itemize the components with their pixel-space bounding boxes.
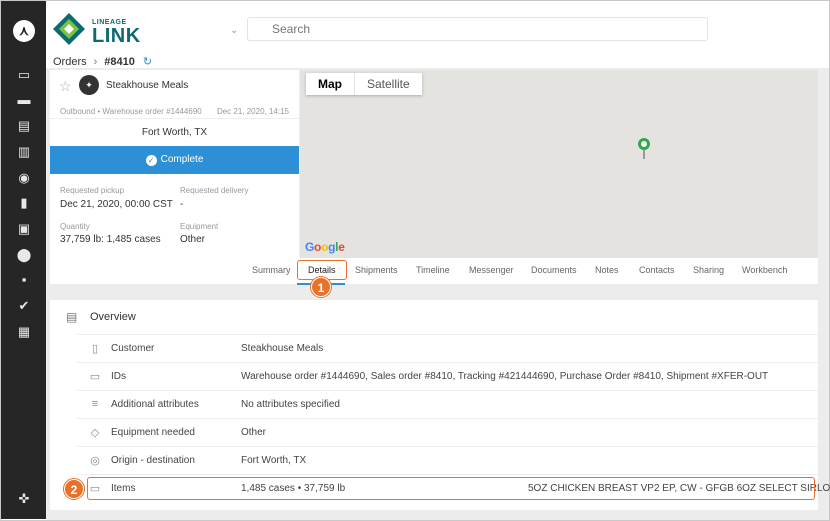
- tab-timeline[interactable]: Timeline: [416, 265, 450, 275]
- app-logo-icon[interactable]: ⋏: [13, 20, 35, 42]
- tab-sharing[interactable]: Sharing: [693, 265, 724, 275]
- overview-row-customer: ▯ Customer Steakhouse Meals: [77, 334, 818, 362]
- map-tab-satellite[interactable]: Satellite: [354, 73, 422, 95]
- row-value: Fort Worth, TX: [241, 455, 307, 466]
- map-pin-icon[interactable]: [638, 138, 650, 150]
- items-row-highlight: [87, 477, 815, 500]
- brand-name: LINK: [92, 25, 141, 47]
- barcode-icon[interactable]: ▥: [15, 143, 33, 161]
- search-input[interactable]: [247, 17, 708, 41]
- building-icon: ▯: [91, 343, 99, 355]
- requested-pickup-value: Dec 21, 2020, 00:00 CST: [60, 199, 173, 210]
- equipment-label: Equipment: [180, 222, 219, 231]
- list-icon: ≡: [91, 398, 99, 410]
- order-card: ☆ ✦ Steakhouse Meals Outbound • Warehous…: [50, 70, 299, 258]
- tab-contacts[interactable]: Contacts: [639, 265, 675, 275]
- map-type-tabs: Map Satellite: [306, 73, 422, 95]
- map-tab-map[interactable]: Map: [306, 73, 354, 95]
- check-circle-icon[interactable]: ✔: [15, 297, 33, 315]
- help-icon[interactable]: ✜: [15, 490, 33, 508]
- overview-row-origin: ◎ Origin - destination Fort Worth, TX: [77, 446, 818, 474]
- box-icon[interactable]: ▬: [15, 91, 33, 109]
- requested-pickup-label: Requested pickup: [60, 186, 125, 195]
- building-icon[interactable]: ▮: [15, 194, 33, 212]
- customer-name: Steakhouse Meals: [106, 80, 189, 91]
- overview-row-ids: ▭ IDs Warehouse order #1444690, Sales or…: [77, 362, 818, 390]
- check-icon: ✓: [145, 155, 157, 166]
- contact-icon[interactable]: ▣: [15, 220, 33, 238]
- row-value: No attributes specified: [241, 399, 340, 410]
- tab-summary[interactable]: Summary: [252, 265, 291, 275]
- detail-tabs: Summary Details Shipments Timeline Messe…: [50, 258, 818, 284]
- quantity-value: 37,759 lb: 1,485 cases: [60, 234, 161, 245]
- equipment-value: Other: [180, 234, 206, 245]
- quantity-label: Quantity: [60, 222, 90, 231]
- row-label: Additional attributes: [111, 399, 199, 410]
- tab-shipments[interactable]: Shipments: [355, 265, 398, 275]
- tab-documents[interactable]: Documents: [531, 265, 577, 275]
- tab-notes[interactable]: Notes: [595, 265, 619, 275]
- row-label: IDs: [111, 371, 126, 382]
- pallets-icon[interactable]: ▤: [15, 117, 33, 135]
- left-nav-rail: ⋏ ▭ ▬ ▤ ▥ ◉ ▮ ▣ ⬤ ▪ ✔ ▦ ✜: [1, 1, 46, 519]
- tab-workbench[interactable]: Workbench: [742, 265, 787, 275]
- location-pin-icon: ◎: [90, 455, 100, 467]
- breadcrumb: Orders › #8410 ↻: [53, 55, 152, 68]
- requested-delivery-value: -: [180, 199, 184, 210]
- status-text: Complete: [160, 154, 204, 165]
- google-logo: Google: [305, 240, 345, 254]
- lineage-diamond-icon: [53, 13, 85, 45]
- breadcrumb-current: #8410: [104, 56, 135, 68]
- breadcrumb-separator: ›: [93, 56, 98, 68]
- callout-badge-1: 1: [311, 277, 331, 297]
- row-label: Equipment needed: [111, 427, 195, 438]
- clipboard-icon: ▤: [66, 310, 78, 324]
- row-value: Warehouse order #1444690, Sales order #8…: [241, 371, 769, 382]
- order-city: Fort Worth, TX: [141, 127, 208, 138]
- map-view[interactable]: Map Satellite Google: [300, 70, 818, 258]
- tag-icon: ◇: [90, 427, 100, 439]
- location-icon[interactable]: ⬤: [15, 246, 33, 264]
- chat-icon[interactable]: ▪: [15, 271, 33, 289]
- order-date: Dec 21, 2020, 14:15: [216, 107, 289, 116]
- spreadsheet-icon[interactable]: ▦: [15, 323, 33, 341]
- overview-row-equipment: ◇ Equipment needed Other: [77, 418, 818, 446]
- callout-badge-2: 2: [64, 479, 84, 499]
- row-value: Other: [241, 427, 267, 438]
- refresh-icon[interactable]: ↻: [143, 56, 152, 68]
- overview-title: Overview: [90, 311, 136, 323]
- row-label: Customer: [111, 343, 155, 354]
- requested-delivery-label: Requested delivery: [180, 186, 249, 195]
- brand-logo[interactable]: LINEAGE LINK: [52, 12, 182, 48]
- row-value: Steakhouse Meals: [241, 343, 324, 354]
- inbox-icon[interactable]: ▭: [15, 66, 33, 84]
- tab-messenger[interactable]: Messenger: [469, 265, 514, 275]
- breadcrumb-orders[interactable]: Orders: [53, 56, 87, 68]
- overview-row-attributes: ≡ Additional attributes No attributes sp…: [77, 390, 818, 418]
- map-pin-stem: [643, 150, 645, 159]
- chevron-down-icon[interactable]: ⌄: [230, 25, 238, 36]
- id-card-icon: ▭: [89, 371, 101, 383]
- customer-avatar: ✦: [79, 75, 99, 95]
- order-meta: Outbound • Warehouse order #1444690: [60, 107, 202, 116]
- row-label: Origin - destination: [111, 455, 195, 466]
- share-icon[interactable]: ◉: [15, 169, 33, 187]
- star-icon[interactable]: ☆: [59, 78, 72, 95]
- status-banner: ✓ Complete: [50, 146, 299, 174]
- card-divider: [50, 118, 299, 119]
